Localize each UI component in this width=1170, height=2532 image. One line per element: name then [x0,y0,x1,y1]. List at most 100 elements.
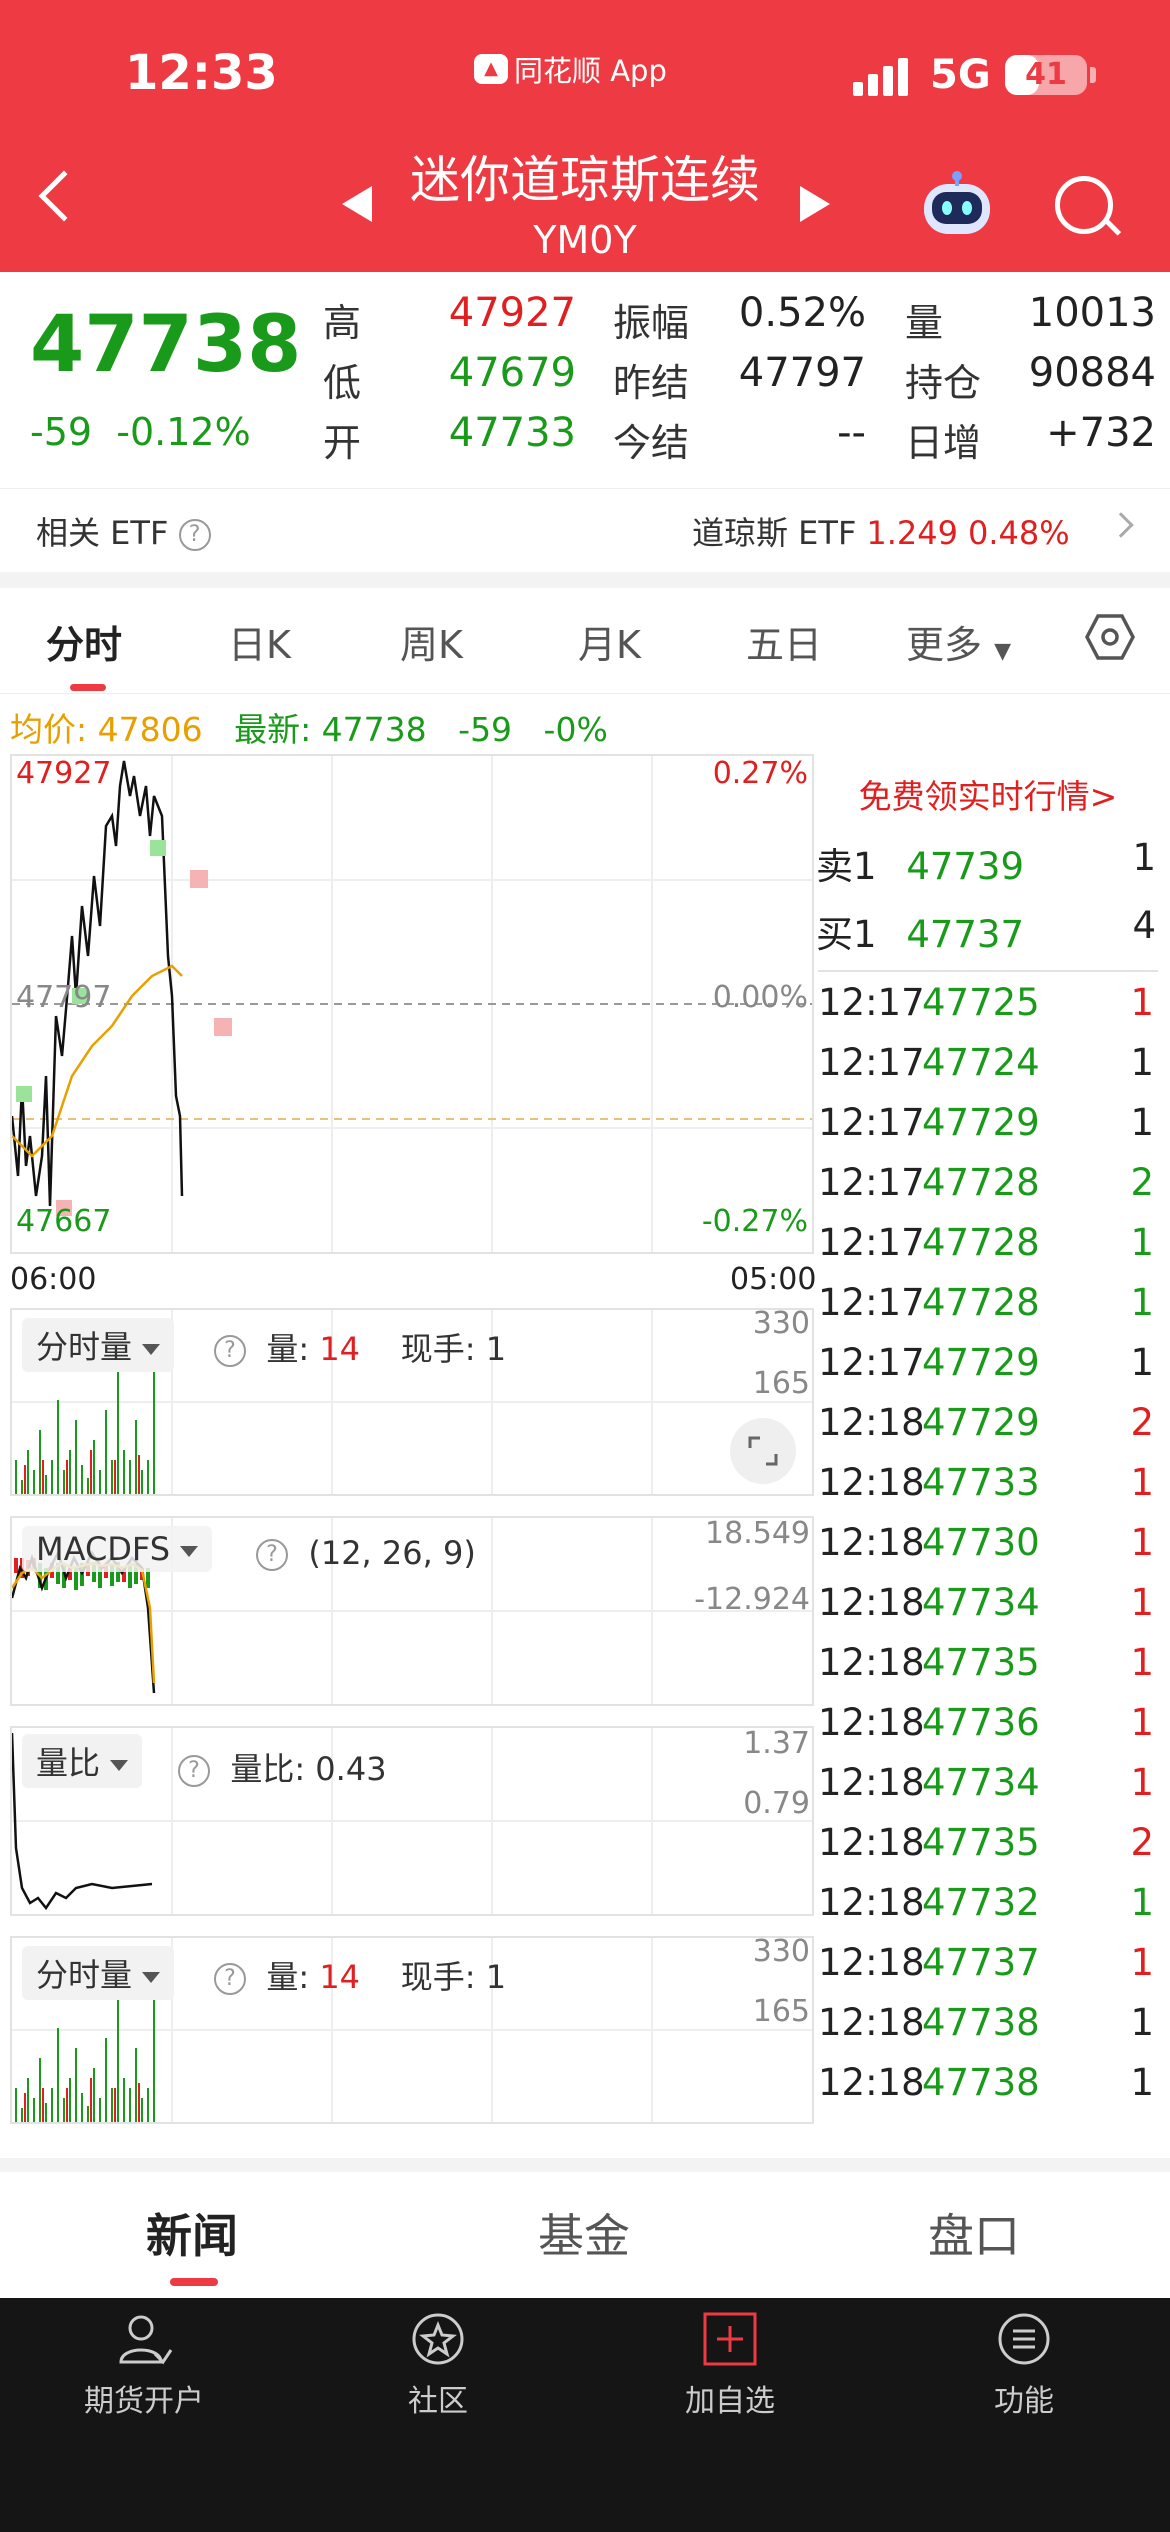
trade-price: 47738 [922,2060,1040,2104]
tab-five-day[interactable]: 五日 [746,614,822,669]
change-value: -59 [30,410,93,454]
trade-time: 12:17 [818,1040,925,1084]
trade-row: 12:18 47734 1 [818,1572,1158,1632]
price-change: -59 -0.12% [30,410,251,454]
volume-indicator-selector-2[interactable]: 分时量 [22,1946,175,2000]
hand-label-2: 现手: [400,1958,476,1996]
trade-time: 12:18 [818,1520,925,1564]
hand-label: 现手: [400,1330,476,1368]
trade-volume: 1 [1130,1220,1154,1264]
tab-intraday[interactable]: 分时 [46,614,122,669]
intraday-chart-svg [10,756,812,1252]
trade-volume: 1 [1130,980,1154,1024]
trade-price: 47728 [922,1160,1040,1204]
caret-down-icon [180,1545,199,1557]
hand-value: 1 [485,1330,507,1368]
sell-signal-marker [214,1018,232,1036]
tab-more-label: 更多 [906,623,983,667]
trade-row: 12:17 47729 1 [818,1332,1158,1392]
volume-value: 10013 [1028,290,1156,336]
sell1-label: 卖1 [816,845,877,888]
help-icon[interactable]: ? [214,1335,246,1367]
intraday-chart[interactable] [10,754,814,1254]
volume-ratio-selector[interactable]: 量比 [22,1734,143,1788]
trade-price: 47735 [922,1820,1040,1864]
next-contract-icon[interactable] [800,186,830,222]
sell1-price: 47739 [906,845,1025,888]
volume-value-2: 14 [319,1958,361,1996]
status-app-indicator[interactable]: ▲ 同花顺 App [474,48,667,90]
back-icon[interactable] [38,170,90,222]
volume-info-2: ? 量: 14 现手: 1 [214,1952,506,1998]
trade-row: 12:17 47728 1 [818,1272,1158,1332]
buy-signal-marker [150,840,166,856]
battery-icon: 41 [1005,55,1087,95]
ratio-axis-mid: 0.79 [743,1786,810,1821]
y-axis-top-label: 47927 [16,756,112,791]
amplitude-value: 0.52% [738,290,866,336]
tab-daily-k[interactable]: 日K [228,614,291,669]
pct-axis-mid-label: 0.00% [712,980,808,1015]
trade-list[interactable]: 12:17 47725 1 12:17 47724 1 12:17 47729 1 12:17 47… [818,970,1158,2125]
tab-fund[interactable]: 基金 [538,2200,630,2266]
trade-price: 47728 [922,1280,1040,1324]
trade-time: 12:18 [818,1880,925,1924]
robot-assistant-icon[interactable] [920,170,994,236]
y-axis-mid-label: 47797 [16,980,112,1015]
help-icon[interactable]: ? [178,1755,210,1787]
trade-time: 12:18 [818,1940,925,1984]
buy1-price: 47737 [906,913,1025,956]
tab-news[interactable]: 新闻 [146,2200,238,2266]
sell1-volume: 1 [1132,836,1156,879]
trade-price: 47732 [922,1880,1040,1924]
battery-level: 41 [1025,57,1067,92]
nav-community-label: 社区 [408,2384,468,2419]
content-tab-indicator [170,2278,218,2286]
prev-settle-value: 47797 [738,350,866,396]
help-icon[interactable]: ? [214,1963,246,1995]
related-etf-text: 相关 ETF [36,514,169,552]
trade-volume: 2 [1130,1160,1154,1204]
free-realtime-promo-link[interactable]: 免费领实时行情> [818,770,1158,818]
volume2-axis-top: 330 [752,1934,810,1969]
nav-add-watchlist[interactable]: 加自选 [630,2310,830,2420]
trade-time: 12:18 [818,1760,925,1804]
settings-hexagon-icon[interactable] [1085,612,1135,662]
volume-indicator-selector[interactable]: 分时量 [22,1318,175,1372]
tab-order-book[interactable]: 盘口 [928,2200,1020,2266]
user-account-icon [119,2315,173,2365]
caret-down-icon [110,1759,129,1771]
etf-quote[interactable]: 道琼斯 ETF 1.249 0.48% [692,508,1070,554]
daily-change-value: +732 [1046,410,1156,456]
trade-volume: 1 [1130,1880,1154,1924]
nav-community[interactable]: 社区 [338,2310,538,2420]
prev-contract-icon[interactable] [342,186,372,222]
x-axis-end-label: 05:00 [730,1262,817,1297]
help-icon[interactable]: ? [178,519,211,551]
search-icon[interactable] [1055,176,1113,234]
trade-volume: 1 [1130,1940,1154,1984]
status-app-name: 同花顺 App [514,54,667,88]
open-interest-value: 90884 [1028,350,1156,396]
macd-indicator-selector[interactable]: MACDFS [22,1526,213,1572]
amplitude-label: 振幅 [613,301,690,345]
today-settle-value: -- [837,410,866,456]
trade-volume: 1 [1130,1760,1154,1804]
trade-row: 12:17 47728 1 [818,1212,1158,1272]
tab-monthly-k[interactable]: 月K [578,614,641,669]
tab-weekly-k[interactable]: 周K [400,614,463,669]
trade-row: 12:18 47729 2 [818,1392,1158,1452]
nav-futures-account[interactable]: 期货开户 [44,2310,244,2420]
help-icon[interactable]: ? [256,1539,288,1571]
tab-more[interactable]: 更多 ▼ [906,614,1011,669]
trade-row: 12:18 47738 1 [818,2052,1158,2112]
latest-pct: -0% [543,710,608,749]
open-interest-label: 持仓 [905,361,982,405]
today-settle-label: 今结 [613,421,690,465]
trade-time: 12:18 [818,1700,925,1744]
trade-price: 47729 [922,1400,1040,1444]
trade-time: 12:18 [818,1580,925,1624]
expand-icon[interactable] [730,1418,796,1484]
trade-row: 12:18 47735 1 [818,1632,1158,1692]
nav-functions[interactable]: 功能 [924,2310,1124,2420]
